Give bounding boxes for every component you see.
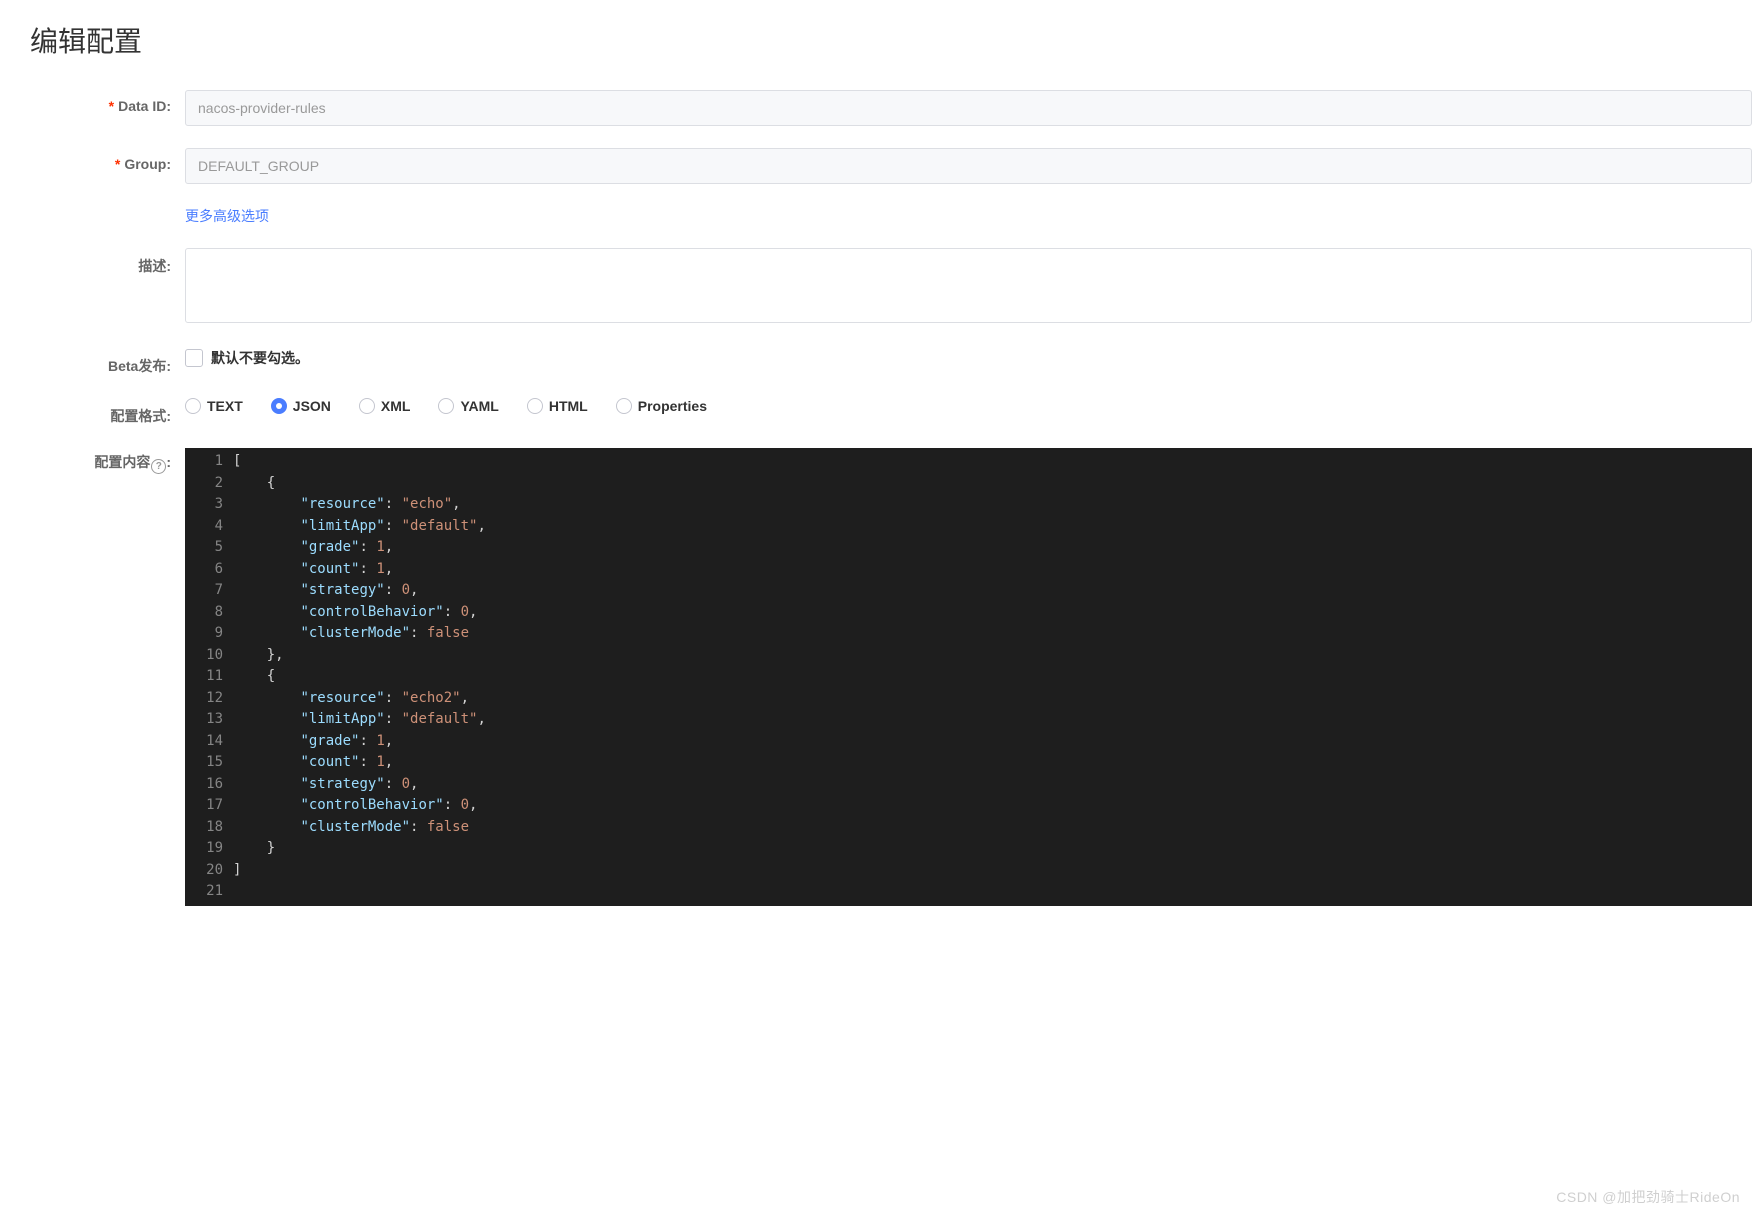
desc-textarea[interactable] xyxy=(185,248,1752,323)
row-group: *Group: xyxy=(30,148,1752,184)
radio-label: XML xyxy=(381,398,411,414)
radio-label: HTML xyxy=(549,398,588,414)
code-body[interactable]: [ { "resource": "echo", "limitApp": "def… xyxy=(233,448,486,906)
format-radio-properties[interactable]: Properties xyxy=(616,398,707,414)
line-gutter: 123456789101112131415161718192021 xyxy=(185,448,233,906)
radio-icon xyxy=(185,398,201,414)
help-icon[interactable]: ? xyxy=(151,459,166,474)
format-radio-group: TEXT JSON XML YAML HTML Properties xyxy=(185,398,1752,414)
radio-icon xyxy=(438,398,454,414)
row-desc: 描述: xyxy=(30,248,1752,326)
radio-icon xyxy=(616,398,632,414)
radio-icon xyxy=(271,398,287,414)
row-format: 配置格式: TEXT JSON XML YAML HTML Properties xyxy=(30,398,1752,426)
watermark-text: CSDN @加把劲骑士RideOn xyxy=(1556,1187,1740,1207)
code-editor[interactable]: 123456789101112131415161718192021 [ { "r… xyxy=(185,448,1752,906)
label-beta: Beta发布: xyxy=(30,348,185,376)
required-mark: * xyxy=(115,156,120,172)
label-desc: 描述: xyxy=(30,248,185,276)
group-input[interactable] xyxy=(185,148,1752,184)
row-more-options: 更多高级选项 xyxy=(30,206,1752,226)
beta-checkbox[interactable] xyxy=(185,349,203,367)
format-radio-xml[interactable]: XML xyxy=(359,398,411,414)
label-group: *Group: xyxy=(30,148,185,172)
data-id-input[interactable] xyxy=(185,90,1752,126)
label-data-id: *Data ID: xyxy=(30,90,185,114)
label-content: 配置内容?: xyxy=(30,448,185,474)
radio-label: YAML xyxy=(460,398,498,414)
row-content: 配置内容?: 123456789101112131415161718192021… xyxy=(30,448,1752,906)
required-mark: * xyxy=(109,98,114,114)
page-title: 编辑配置 xyxy=(30,20,1752,60)
more-options-link[interactable]: 更多高级选项 xyxy=(185,208,269,224)
row-beta: Beta发布: 默认不要勾选。 xyxy=(30,348,1752,376)
beta-hint: 默认不要勾选。 xyxy=(211,348,309,368)
format-radio-html[interactable]: HTML xyxy=(527,398,588,414)
format-radio-text[interactable]: TEXT xyxy=(185,398,243,414)
label-format: 配置格式: xyxy=(30,398,185,426)
format-radio-yaml[interactable]: YAML xyxy=(438,398,498,414)
format-radio-json[interactable]: JSON xyxy=(271,398,331,414)
radio-label: TEXT xyxy=(207,398,243,414)
radio-label: Properties xyxy=(638,398,707,414)
radio-icon xyxy=(359,398,375,414)
radio-icon xyxy=(527,398,543,414)
row-data-id: *Data ID: xyxy=(30,90,1752,126)
radio-label: JSON xyxy=(293,398,331,414)
